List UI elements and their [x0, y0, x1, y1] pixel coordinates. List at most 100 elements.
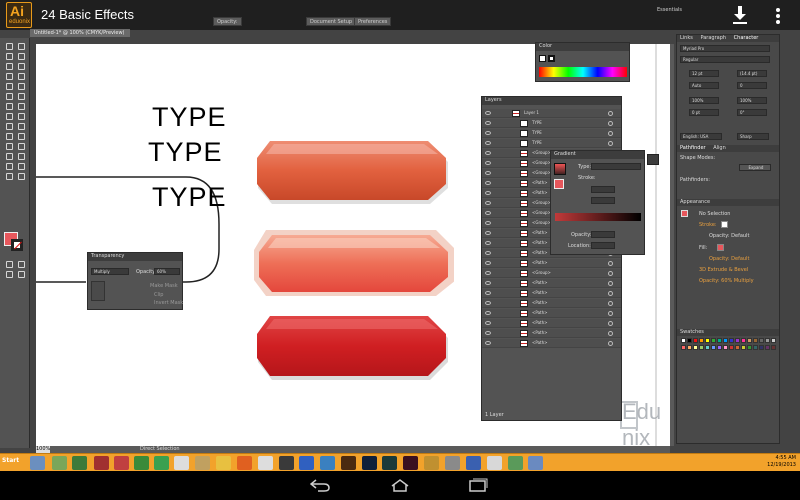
appearance-stroke-opacity[interactable]: Opacity: Default — [709, 233, 749, 239]
color-swatch[interactable] — [717, 345, 722, 350]
layer-row[interactable]: <Path> — [482, 329, 621, 338]
tab-pathfinder[interactable]: Pathfinder — [680, 145, 706, 151]
draw-normal-icon[interactable] — [4, 270, 13, 278]
color-swatch[interactable] — [711, 338, 716, 343]
appearance-fill-row[interactable]: Fill: — [699, 245, 707, 251]
color-swatch[interactable] — [729, 345, 734, 350]
language-select[interactable]: English: USA — [680, 133, 722, 140]
start-button[interactable]: Start — [2, 457, 24, 468]
gradient-tool-icon[interactable] — [16, 132, 25, 140]
gradient-preview[interactable] — [554, 163, 566, 175]
shape-builder-tool-icon[interactable] — [4, 122, 13, 130]
color-swatch[interactable] — [687, 345, 692, 350]
taskbar-app-icon[interactable] — [154, 456, 169, 470]
home-icon[interactable] — [390, 478, 410, 492]
dreamweaver-taskbar-icon[interactable] — [382, 456, 397, 470]
appearance-effect[interactable]: 3D Extrude & Bevel — [699, 267, 748, 273]
visibility-eye-icon[interactable] — [485, 121, 491, 125]
color-swatch[interactable] — [735, 338, 740, 343]
taskbar-app-icon[interactable] — [30, 456, 45, 470]
font-family-select[interactable]: Myriad Pro — [680, 45, 770, 52]
gradient-aspect-field[interactable] — [591, 197, 615, 204]
pencil-tool-icon[interactable] — [16, 82, 25, 90]
appearance-stroke-swatch[interactable] — [721, 221, 728, 228]
screen-mode-icon[interactable] — [16, 270, 25, 278]
canvas-horizontal-scrollbar[interactable] — [36, 446, 670, 453]
artboard-tool-icon[interactable] — [4, 162, 13, 170]
taskbar-app-icon[interactable] — [487, 456, 502, 470]
color-swatch[interactable] — [711, 345, 716, 350]
visibility-eye-icon[interactable] — [485, 131, 491, 135]
layer-row[interactable]: <Group> — [482, 269, 621, 278]
color-swatch[interactable] — [753, 345, 758, 350]
swatch-grid[interactable] — [681, 338, 776, 368]
kerning-field[interactable]: Auto — [689, 82, 719, 89]
magic-wand-tool-icon[interactable] — [4, 52, 13, 60]
visibility-eye-icon[interactable] — [485, 301, 491, 305]
symbol-sprayer-tool-icon[interactable] — [4, 152, 13, 160]
indesign-taskbar-icon[interactable] — [403, 456, 418, 470]
tab-paragraph[interactable]: Paragraph — [700, 35, 726, 41]
back-icon[interactable] — [310, 478, 330, 492]
gradient-slider[interactable] — [555, 213, 641, 221]
color-swatch[interactable] — [699, 345, 704, 350]
taskbar-app-icon[interactable] — [195, 456, 210, 470]
expand-button[interactable]: Expand — [739, 164, 771, 171]
appearance-stroke-row[interactable]: Stroke: — [699, 222, 717, 228]
color-swatch[interactable] — [681, 345, 686, 350]
eraser-tool-icon[interactable] — [16, 92, 25, 100]
color-stroke-icon[interactable] — [548, 55, 555, 62]
direct-selection-tool-icon[interactable] — [16, 42, 25, 50]
gradient-type-select[interactable] — [591, 163, 641, 170]
workspace-switcher[interactable]: Essentials — [657, 7, 682, 13]
layer-target-icon[interactable] — [608, 321, 613, 326]
visibility-eye-icon[interactable] — [485, 341, 491, 345]
line-tool-icon[interactable] — [4, 72, 13, 80]
color-swatch[interactable] — [741, 338, 746, 343]
graph-tool-icon[interactable] — [16, 152, 25, 160]
layer-target-icon[interactable] — [608, 331, 613, 336]
gradient-angle-field[interactable] — [591, 186, 615, 193]
horizontal-scale-field[interactable]: 100% — [737, 97, 767, 104]
visibility-eye-icon[interactable] — [485, 331, 491, 335]
more-options-icon[interactable] — [775, 7, 781, 25]
layer-target-icon[interactable] — [608, 131, 613, 136]
blend-tool-icon[interactable] — [16, 142, 25, 150]
visibility-eye-icon[interactable] — [485, 241, 491, 245]
layer-row[interactable]: <Path> — [482, 279, 621, 288]
visibility-eye-icon[interactable] — [485, 201, 491, 205]
taskbar-app-icon[interactable] — [134, 456, 149, 470]
blend-mode-select[interactable]: Multiply — [91, 268, 129, 275]
photoshop-taskbar-icon[interactable] — [362, 456, 377, 470]
width-tool-icon[interactable] — [4, 112, 13, 120]
gradient-opacity-field[interactable] — [591, 231, 615, 238]
opacity-control[interactable]: Opacity: — [213, 17, 242, 26]
type-text-2[interactable]: TYPE — [148, 137, 223, 168]
gradient-fill-swatch[interactable] — [554, 179, 564, 189]
color-swatch[interactable] — [771, 345, 776, 350]
color-swatch[interactable] — [753, 338, 758, 343]
layer-target-icon[interactable] — [608, 261, 613, 266]
color-swatch[interactable] — [723, 338, 728, 343]
visibility-eye-icon[interactable] — [485, 261, 491, 265]
color-swatch[interactable] — [741, 345, 746, 350]
color-swatch[interactable] — [705, 345, 710, 350]
lasso-tool-icon[interactable] — [16, 52, 25, 60]
panel-collapse-icon[interactable] — [647, 154, 659, 165]
tab-align[interactable]: Align — [713, 145, 726, 151]
tab-character[interactable]: Character — [734, 35, 759, 41]
download-icon[interactable] — [731, 5, 749, 25]
rectangle-tool-icon[interactable] — [16, 72, 25, 80]
taskbar-clock[interactable]: 4:55 AM 12/19/2013 — [762, 455, 796, 469]
canvas-vertical-scrollbar[interactable] — [670, 44, 674, 446]
visibility-eye-icon[interactable] — [485, 141, 491, 145]
taskbar-app-icon[interactable] — [72, 456, 87, 470]
visibility-eye-icon[interactable] — [485, 221, 491, 225]
layer-target-icon[interactable] — [608, 141, 613, 146]
type-text-1[interactable]: TYPE — [152, 102, 227, 133]
color-swatch[interactable] — [705, 338, 710, 343]
layer-row[interactable]: TYPE — [482, 129, 621, 138]
tracking-field[interactable]: 0 — [737, 82, 767, 89]
taskbar-app-icon[interactable] — [445, 456, 460, 470]
appearance-fill-swatch[interactable] — [717, 244, 724, 251]
